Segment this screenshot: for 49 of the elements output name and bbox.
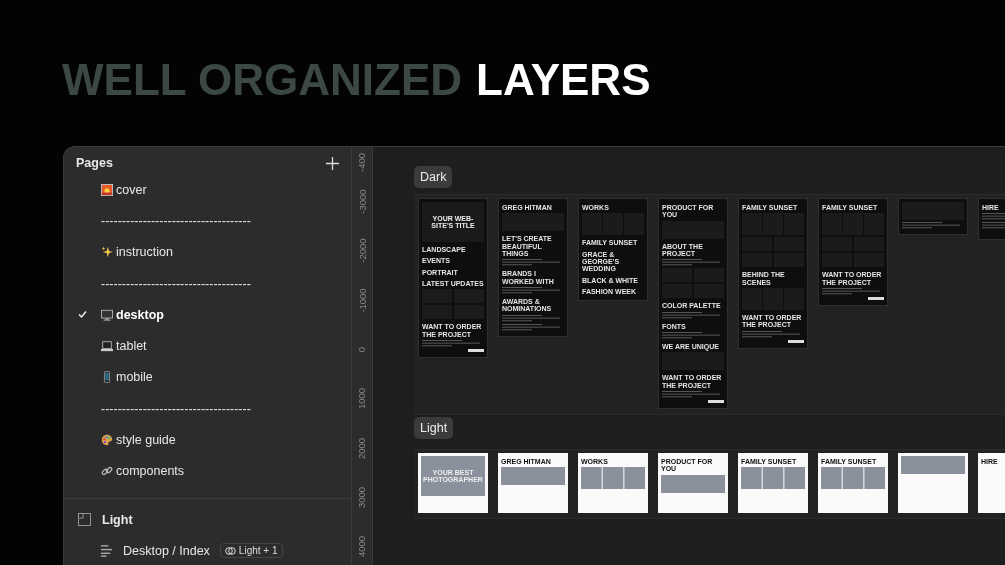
button-placeholder <box>788 339 804 343</box>
layer-name[interactable]: Desktop / Index <box>123 543 210 558</box>
page-item[interactable]: ------------------------------------ <box>101 401 251 416</box>
link-icon <box>101 465 113 478</box>
palette-icon <box>101 434 113 446</box>
page-item[interactable]: ------------------------------------ <box>101 276 251 291</box>
button-placeholder <box>708 400 724 404</box>
frame-icon <box>78 513 91 526</box>
page-item[interactable]: ------------------------------------ <box>101 213 251 228</box>
headline-text: WELL ORGANIZED <box>62 54 463 106</box>
section-label[interactable]: Dark <box>414 166 453 188</box>
monitor-icon <box>101 308 113 321</box>
page-item[interactable]: tablet <box>101 339 147 354</box>
ruler-label: 3000 <box>356 486 368 508</box>
image-placeholder <box>901 456 965 475</box>
ruler-label: -2000 <box>356 238 368 264</box>
layer-name[interactable]: Light <box>102 512 133 527</box>
ruler-label: -400 <box>356 152 368 172</box>
page-item[interactable]: instruction <box>101 245 173 260</box>
ruler-label: 2000 <box>356 437 368 459</box>
image-placeholder <box>501 467 565 486</box>
ruler-label: 4000 <box>356 536 368 558</box>
plus-icon[interactable] <box>326 156 339 170</box>
ruler-label: -1000 <box>356 288 368 313</box>
page-frame[interactable] <box>898 453 968 514</box>
page-item[interactable]: cover <box>101 182 147 197</box>
image-placeholder <box>661 474 725 493</box>
page-item[interactable]: desktop <box>101 307 164 322</box>
text-lines-icon <box>100 544 113 557</box>
section-label[interactable]: Light <box>414 417 454 440</box>
image-columns-drawing <box>821 467 885 490</box>
headline-text: LAYERS <box>476 54 651 106</box>
mode-badge: Light + 1 <box>219 543 283 558</box>
phone-icon <box>101 371 113 384</box>
button-placeholder <box>868 297 884 301</box>
panel-title: Pages <box>76 156 113 170</box>
page-item[interactable]: style guide <box>101 433 176 447</box>
button-placeholder <box>468 349 484 353</box>
image-columns-drawing <box>741 467 805 490</box>
sparkles-icon <box>101 246 113 259</box>
page-item[interactable]: components <box>101 464 185 479</box>
page-frame[interactable] <box>898 198 968 235</box>
laptop-icon <box>101 340 113 353</box>
image-columns-drawing <box>581 467 645 490</box>
ruler-label: 1000 <box>356 388 368 410</box>
page-item[interactable]: mobile <box>101 370 153 385</box>
picture-icon <box>101 183 113 196</box>
ruler-label: 0 <box>356 346 368 353</box>
ruler-label: -3000 <box>356 189 368 214</box>
